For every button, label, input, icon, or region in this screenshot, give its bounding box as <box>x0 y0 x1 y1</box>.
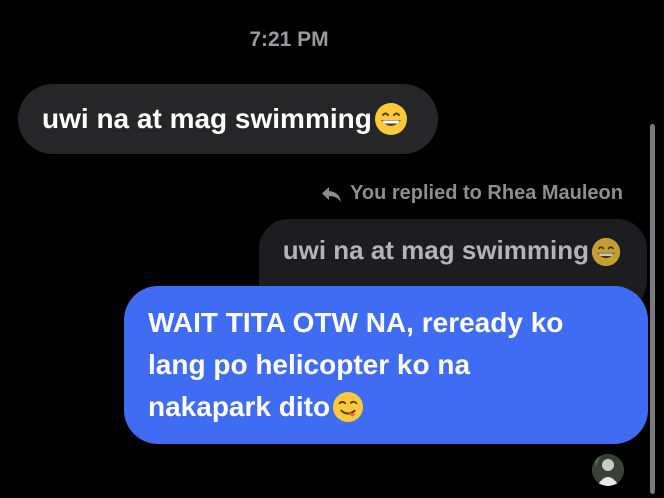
incoming-message-text: uwi na at mag swimming <box>42 103 372 134</box>
grinning-face-icon <box>374 103 407 135</box>
quoted-message-text: uwi na at mag swimming <box>282 235 589 265</box>
reply-indicator: You replied to Rhea Mauleon <box>320 182 623 205</box>
reply-indicator-text: You replied to Rhea Mauleon <box>350 182 623 204</box>
face-savoring-food-icon <box>333 391 364 423</box>
outgoing-message-line: lang po helicopter ko na <box>148 349 471 380</box>
reply-arrow-icon <box>322 186 341 202</box>
message-timestamp: 7:21 PM <box>249 28 329 51</box>
outgoing-message-line: nakapark dito <box>148 391 331 422</box>
scrollbar[interactable] <box>650 124 655 494</box>
avatar[interactable] <box>592 454 624 486</box>
avatar-image <box>592 454 624 486</box>
outgoing-message-bubble[interactable]: WAIT TITA OTW NA, reready ko lang po hel… <box>124 286 648 444</box>
grinning-face-icon <box>591 237 621 267</box>
outgoing-message-line-last: nakapark dito <box>148 386 626 428</box>
outgoing-message-line: WAIT TITA OTW NA, reready ko <box>148 307 564 338</box>
incoming-message-bubble[interactable]: uwi na at mag swimming <box>18 84 438 154</box>
